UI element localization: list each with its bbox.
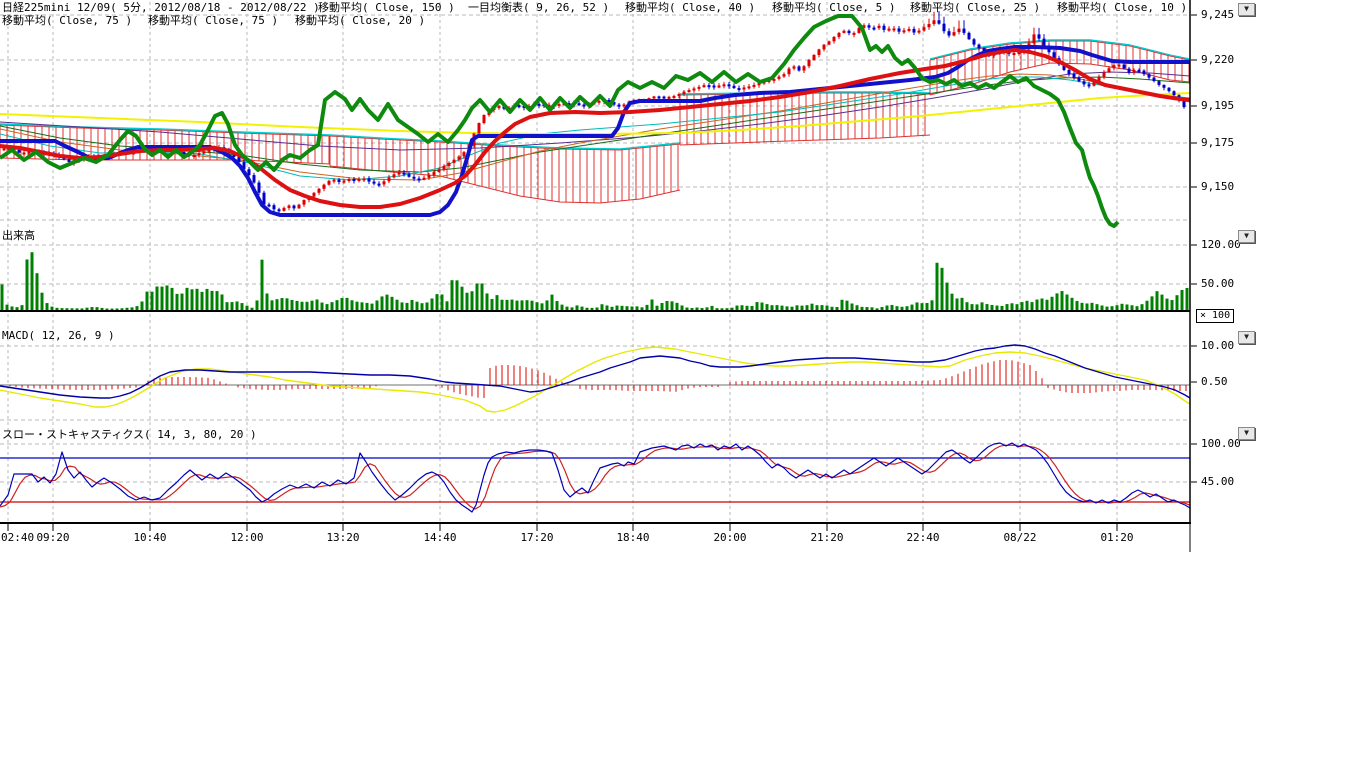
volume-multiplier-badge: × 100 [1196, 309, 1234, 323]
chevron-down-icon: ▼ [1244, 231, 1249, 240]
stochastics-pane-title: スロー・ストキャスティクス( 14, 3, 80, 20 ) [2, 429, 257, 441]
x-tick-1320: 13:20 [321, 532, 365, 544]
chart-canvas[interactable] [0, 0, 1366, 768]
macd-scale-dropdown[interactable]: ▼ [1238, 331, 1255, 344]
x-tick-2240: 22:40 [901, 532, 945, 544]
volume-tick-120: 120.00 [1201, 239, 1241, 251]
stoch-tick-45: 45.00 [1201, 476, 1234, 488]
price-tick-9195: 9,195 [1201, 100, 1234, 112]
chart-window: 日経225mini 12/09( 5分, 2012/08/18 - 2012/0… [0, 0, 1366, 768]
indicator-ma150-label: 移動平均( Close, 150 ) [318, 2, 455, 14]
indicator-ma75a-label: 移動平均( Close, 75 ) [2, 15, 132, 27]
indicator-ma20-label: 移動平均( Close, 20 ) [295, 15, 425, 27]
x-tick-2120: 21:20 [805, 532, 849, 544]
indicator-ma25-label: 移動平均( Close, 25 ) [910, 2, 1040, 14]
indicator-ichimoku-label: 一目均衡表( 9, 26, 52 ) [468, 2, 609, 14]
indicator-ma75b-label: 移動平均( Close, 75 ) [148, 15, 278, 27]
price-tick-9175: 9,175 [1201, 137, 1234, 149]
volume-scale-dropdown[interactable]: ▼ [1238, 230, 1255, 243]
chevron-down-icon: ▼ [1244, 4, 1249, 13]
x-tick-1040: 10:40 [128, 532, 172, 544]
x-tick-0120: 01:20 [1095, 532, 1139, 544]
stoch-tick-100: 100.00 [1201, 438, 1241, 450]
macd-tick-050: 0.50 [1201, 376, 1228, 388]
x-tick-1720: 17:20 [515, 532, 559, 544]
indicator-ma40-label: 移動平均( Close, 40 ) [625, 2, 755, 14]
x-tick-2000: 20:00 [708, 532, 752, 544]
macd-tick-10: 10.00 [1201, 340, 1234, 352]
volume-tick-50: 50.00 [1201, 278, 1234, 290]
price-tick-9220: 9,220 [1201, 54, 1234, 66]
instrument-title: 日経225mini 12/09( 5分, 2012/08/18 - 2012/0… [2, 2, 320, 14]
x-tick-1200: 12:00 [225, 532, 269, 544]
price-scale-dropdown[interactable]: ▼ [1238, 3, 1255, 16]
x-tick-0822: 08/22 [998, 532, 1042, 544]
chevron-down-icon: ▼ [1244, 428, 1249, 437]
x-tick-1840: 18:40 [611, 532, 655, 544]
stoch-scale-dropdown[interactable]: ▼ [1238, 427, 1255, 440]
x-tick-0920: 09:20 [31, 532, 75, 544]
indicator-ma5-label: 移動平均( Close, 5 ) [772, 2, 895, 14]
price-tick-9150: 9,150 [1201, 181, 1234, 193]
price-tick-9245: 9,245 [1201, 9, 1234, 21]
volume-pane-title: 出来高 [2, 230, 35, 242]
indicator-ma10-label: 移動平均( Close, 10 ) [1057, 2, 1187, 14]
macd-pane-title: MACD( 12, 26, 9 ) [2, 330, 115, 342]
x-tick-1440: 14:40 [418, 532, 462, 544]
chevron-down-icon: ▼ [1244, 332, 1249, 341]
